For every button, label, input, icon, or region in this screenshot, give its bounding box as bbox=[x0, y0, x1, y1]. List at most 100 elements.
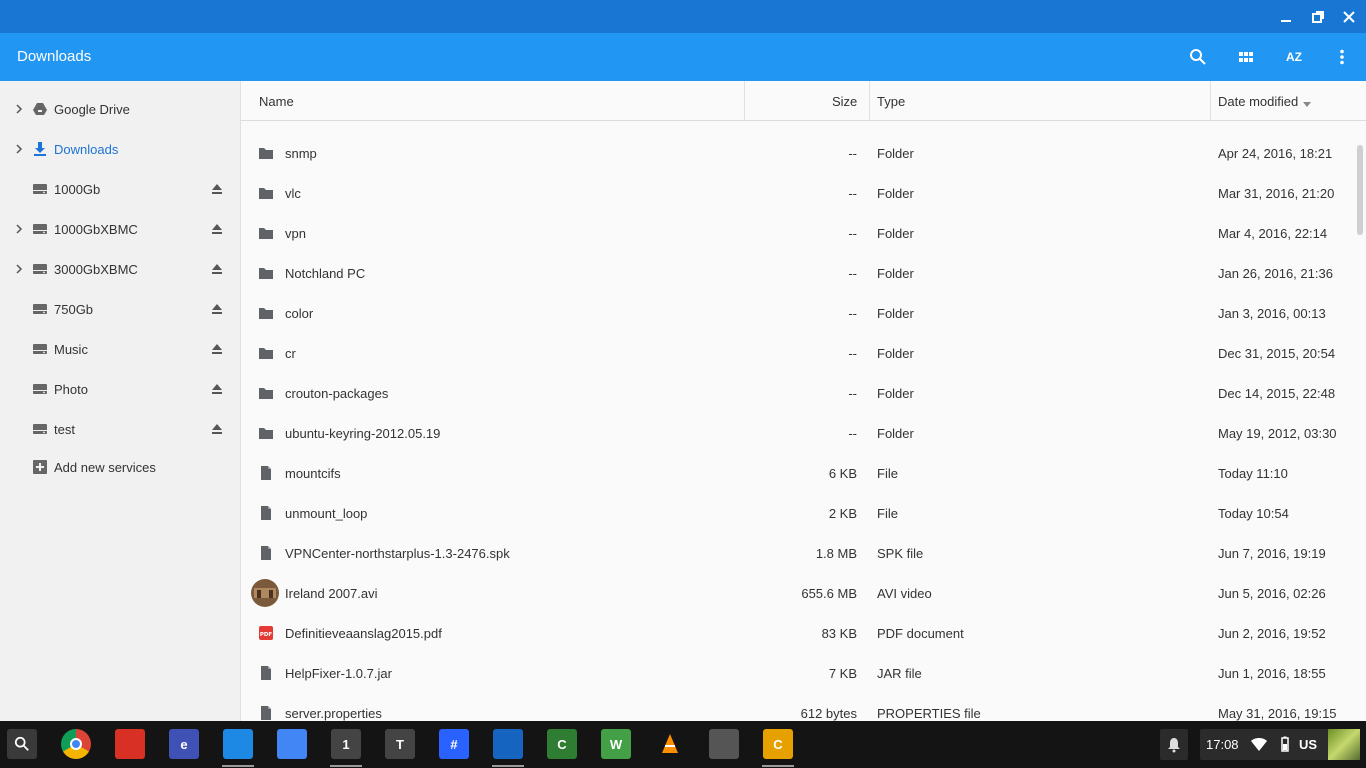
sidebar-item-downloads[interactable]: Downloads bbox=[0, 129, 240, 169]
column-divider[interactable] bbox=[1210, 81, 1211, 121]
chevron-right-icon[interactable] bbox=[13, 103, 25, 115]
file-row[interactable]: cr -- Folder Dec 31, 2015, 20:54 bbox=[241, 333, 1351, 373]
app-glyph: C bbox=[773, 736, 783, 752]
file-icon bbox=[258, 465, 274, 481]
notification-bell-icon[interactable] bbox=[1160, 729, 1188, 760]
column-name-header[interactable]: Name bbox=[259, 94, 294, 109]
sidebar-item-1000gbxbmc[interactable]: 1000GbXBMC bbox=[0, 209, 240, 249]
sort-icon[interactable]: AZ bbox=[1282, 45, 1306, 69]
sidebar-item-test[interactable]: test bbox=[0, 409, 240, 449]
eject-icon[interactable] bbox=[210, 342, 224, 356]
file-row[interactable]: vlc -- Folder Mar 31, 2016, 21:20 bbox=[241, 173, 1351, 213]
add-new-services-button[interactable]: Add new services bbox=[0, 447, 240, 487]
file-date: Today 10:54 bbox=[1218, 506, 1289, 521]
running-indicator bbox=[492, 765, 524, 767]
file-name: HelpFixer-1.0.7.jar bbox=[285, 666, 392, 681]
eject-icon[interactable] bbox=[210, 422, 224, 436]
files-icon[interactable] bbox=[222, 729, 254, 767]
file-name: Definitieveaanslag2015.pdf bbox=[285, 626, 442, 641]
file-size: 83 KB bbox=[821, 626, 857, 641]
file-size: 6 KB bbox=[828, 466, 857, 481]
more-icon[interactable] bbox=[1330, 45, 1354, 69]
crosh-icon[interactable]: C bbox=[547, 729, 577, 759]
file-row[interactable]: VPNCenter-northstarplus-1.3-2476.spk 1.8 … bbox=[241, 533, 1351, 573]
app-header: Downloads AZ bbox=[0, 33, 1366, 81]
close-icon[interactable] bbox=[1338, 6, 1360, 28]
sidebar-item-photo[interactable]: Photo bbox=[0, 369, 240, 409]
column-size-header[interactable]: Size bbox=[832, 94, 857, 109]
scrollbar[interactable] bbox=[1357, 145, 1363, 235]
file-row[interactable]: vpn -- Folder Mar 4, 2016, 22:14 bbox=[241, 213, 1351, 253]
file-type: PDF document bbox=[877, 626, 964, 641]
column-date-header[interactable]: Date modified bbox=[1218, 94, 1298, 109]
running-indicator bbox=[330, 765, 362, 767]
file-row[interactable]: PDF Definitieveaanslag2015.pdf 83 KB PDF do… bbox=[241, 613, 1351, 653]
webcam-icon[interactable] bbox=[709, 729, 739, 759]
restore-icon[interactable] bbox=[1307, 6, 1329, 28]
column-divider[interactable] bbox=[744, 81, 745, 121]
file-row[interactable]: ubuntu-keyring-2012.05.19 -- Folder May 19,… bbox=[241, 413, 1351, 453]
app-glyph: C bbox=[557, 736, 567, 752]
app-glyph: 1 bbox=[342, 736, 350, 752]
file-type: Folder bbox=[877, 266, 914, 281]
sidebar-item-label: Downloads bbox=[54, 141, 119, 157]
file-icon bbox=[258, 505, 274, 521]
sidebar-item-music[interactable]: Music bbox=[0, 329, 240, 369]
avatar bbox=[1328, 729, 1360, 760]
running-indicator bbox=[222, 765, 254, 767]
grid-view-icon[interactable] bbox=[1234, 45, 1258, 69]
eject-icon[interactable] bbox=[210, 302, 224, 316]
chevron-right-icon[interactable] bbox=[13, 263, 25, 275]
keyboard-layout: US bbox=[1299, 737, 1318, 752]
column-type-header[interactable]: Type bbox=[877, 94, 905, 109]
column-divider[interactable] bbox=[869, 81, 870, 121]
file-size: -- bbox=[848, 186, 857, 201]
file-type: Folder bbox=[877, 346, 914, 361]
status-tray[interactable]: 17:08 US bbox=[1200, 729, 1360, 760]
chrome-icon[interactable] bbox=[61, 729, 91, 759]
eject-icon[interactable] bbox=[210, 262, 224, 276]
c-icon[interactable]: C bbox=[762, 729, 794, 767]
file-name: vpn bbox=[285, 226, 306, 241]
file-row[interactable]: unmount_loop 2 KB File Today 10:54 bbox=[241, 493, 1351, 533]
file-size: -- bbox=[848, 346, 857, 361]
file-row[interactable]: snmp -- Folder Apr 24, 2016, 18:21 bbox=[241, 133, 1351, 173]
file-icon bbox=[258, 665, 274, 681]
eject-icon[interactable] bbox=[210, 382, 224, 396]
add-new-services-label: Add new services bbox=[54, 459, 156, 475]
file-row[interactable]: Notchland PC -- Folder Jan 26, 2016, 21:36 bbox=[241, 253, 1351, 293]
editor-icon[interactable]: e bbox=[169, 729, 199, 759]
sidebar-item-1000gb[interactable]: 1000Gb bbox=[0, 169, 240, 209]
file-name: Notchland PC bbox=[285, 266, 366, 281]
eject-icon[interactable] bbox=[210, 182, 224, 196]
docs-icon[interactable] bbox=[277, 729, 307, 759]
chevron-right-icon[interactable] bbox=[13, 223, 25, 235]
app-glyph: e bbox=[180, 736, 188, 752]
minimize-icon[interactable] bbox=[1275, 6, 1297, 28]
file-row[interactable]: HelpFixer-1.0.7.jar 7 KB JAR file Jun 1, 20… bbox=[241, 653, 1351, 693]
terminal-icon[interactable]: 1 bbox=[330, 729, 362, 767]
bird-icon[interactable] bbox=[492, 729, 524, 767]
file-row[interactable]: mountcifs 6 KB File Today 11:10 bbox=[241, 453, 1351, 493]
writer-icon[interactable]: W bbox=[601, 729, 631, 759]
search-icon[interactable] bbox=[1186, 45, 1210, 69]
drive-disk-icon bbox=[32, 381, 48, 397]
launcher-search-icon[interactable] bbox=[7, 729, 37, 759]
sidebar-item-3000gbxbmc[interactable]: 3000GbXBMC bbox=[0, 249, 240, 289]
pdf-icon: PDF bbox=[258, 625, 274, 641]
eject-icon[interactable] bbox=[210, 222, 224, 236]
file-row[interactable]: color -- Folder Jan 3, 2016, 00:13 bbox=[241, 293, 1351, 333]
file-name: ubuntu-keyring-2012.05.19 bbox=[285, 426, 441, 441]
file-row[interactable]: crouton-packages -- Folder Dec 14, 2015, 22… bbox=[241, 373, 1351, 413]
sidebar-item-750gb[interactable]: 750Gb bbox=[0, 289, 240, 329]
file-type: File bbox=[877, 506, 898, 521]
chat-icon[interactable]: # bbox=[439, 729, 469, 759]
folder-icon bbox=[258, 305, 274, 321]
file-size: -- bbox=[848, 306, 857, 321]
gmail-icon[interactable] bbox=[115, 729, 145, 759]
vlc-icon[interactable] bbox=[655, 729, 685, 759]
file-row[interactable]: Ireland 2007.avi 655.6 MB AVI video Jun 5, … bbox=[241, 573, 1351, 613]
chevron-right-icon[interactable] bbox=[13, 143, 25, 155]
terminal-icon[interactable]: T bbox=[385, 729, 415, 759]
sidebar-item-google-drive[interactable]: Google Drive bbox=[0, 89, 240, 129]
